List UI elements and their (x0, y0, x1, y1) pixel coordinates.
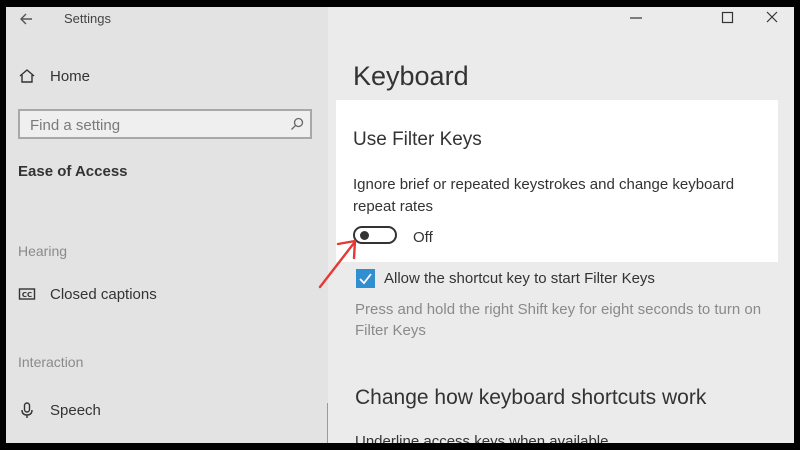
sidebar-current-section[interactable]: Ease of Access (18, 163, 128, 180)
checkmark-icon (359, 273, 372, 285)
filter-keys-heading: Use Filter Keys (353, 129, 482, 150)
sidebar-item-label: Closed captions (50, 285, 157, 303)
search-input[interactable]: Find a setting (18, 109, 312, 139)
minimize-icon[interactable] (614, 7, 658, 29)
microphone-icon (21, 402, 33, 418)
sidebar-item-label: Speech (50, 401, 101, 419)
search-icon[interactable] (290, 117, 304, 131)
window-title: Settings (64, 11, 111, 26)
close-icon[interactable] (750, 7, 794, 29)
shortcut-key-checkbox[interactable] (356, 269, 375, 288)
closed-captions-icon: CC (18, 288, 36, 300)
sidebar-item-closed-captions[interactable]: CC Closed captions (18, 285, 157, 303)
filter-keys-description: Ignore brief or repeated keystrokes and … (353, 176, 735, 215)
sidebar-item-home[interactable]: Home (18, 67, 90, 85)
sidebar-group-heading-hearing: Hearing (18, 243, 68, 259)
underline-access-keys-label: Underline access keys when available (355, 433, 609, 443)
filter-keys-toggle-state: Off (413, 229, 433, 246)
filter-keys-panel: Use Filter Keys Ignore brief or repeated… (336, 100, 778, 262)
maximize-icon[interactable] (706, 7, 750, 29)
sidebar-group-heading-interaction: Interaction (18, 354, 84, 370)
home-icon (19, 69, 35, 83)
page-title: Keyboard (353, 61, 469, 91)
shortcut-key-checkbox-label[interactable]: Allow the shortcut key to start Filter K… (384, 270, 655, 287)
sidebar: Settings Home Find a setting Ease of Acc… (6, 7, 328, 443)
svg-text:CC: CC (22, 291, 32, 299)
search-placeholder: Find a setting (30, 117, 121, 134)
sidebar-divider (327, 403, 328, 443)
keyboard-shortcuts-heading: Change how keyboard shortcuts work (355, 386, 707, 409)
settings-window: Settings Home Find a setting Ease of Acc… (6, 7, 794, 443)
back-arrow-icon[interactable] (18, 10, 36, 28)
shortcut-hint-text: Press and hold the right Shift key for e… (355, 301, 762, 339)
sidebar-item-speech[interactable]: Speech (18, 401, 101, 419)
sidebar-item-label: Home (50, 67, 91, 85)
